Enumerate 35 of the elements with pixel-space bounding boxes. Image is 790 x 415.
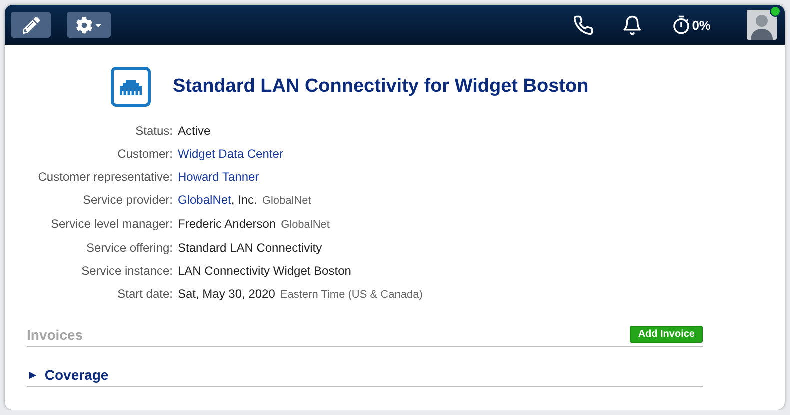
- section-title: Invoices: [27, 326, 84, 342]
- field-note: GlobalNet: [262, 194, 312, 209]
- field-label: Customer representative:: [37, 169, 173, 186]
- field-note: Eastern Time (US & Canada): [280, 288, 423, 303]
- settings-button[interactable]: [67, 12, 111, 38]
- phone-icon: [573, 14, 594, 36]
- field-label: Service provider:: [82, 192, 173, 209]
- progress-percent: 0%: [692, 18, 711, 32]
- field-value: Frederic Anderson: [178, 216, 276, 233]
- field-link[interactable]: Howard Tanner: [178, 169, 260, 186]
- field-note: GlobalNet: [281, 218, 330, 233]
- field-link[interactable]: Widget Data Center: [178, 146, 284, 163]
- field-link[interactable]: GlobalNet: [178, 192, 232, 209]
- service-title: Standard LAN Connectivity for Widget Boston: [173, 76, 589, 98]
- field-value: Active: [178, 123, 211, 140]
- field-label: Service instance:: [80, 263, 173, 280]
- section-toggle[interactable]: ► Coverage: [27, 367, 109, 383]
- timer-icon: [671, 14, 692, 36]
- field-value: Standard LAN Connectivity: [178, 240, 322, 257]
- phone-button[interactable]: [573, 14, 594, 36]
- field-label: Customer:: [116, 146, 173, 163]
- progress-button[interactable]: 0%: [671, 14, 711, 36]
- field-label: Status:: [134, 123, 173, 140]
- edit-button[interactable]: [11, 12, 51, 38]
- settings-icon: [76, 16, 92, 34]
- bell-icon: [622, 14, 644, 36]
- field-value: Sat, May 30, 2020: [178, 286, 276, 303]
- field-label: Service level manager:: [50, 216, 173, 233]
- field-value: LAN Connectivity Widget Boston: [178, 263, 352, 280]
- field-label: Service offering:: [86, 240, 173, 257]
- pencil-icon: [22, 16, 40, 34]
- network-port-icon: [111, 67, 151, 107]
- field-value: , Inc.: [231, 192, 258, 209]
- field-label: Start date:: [116, 286, 173, 303]
- notifications-button[interactable]: [622, 14, 644, 36]
